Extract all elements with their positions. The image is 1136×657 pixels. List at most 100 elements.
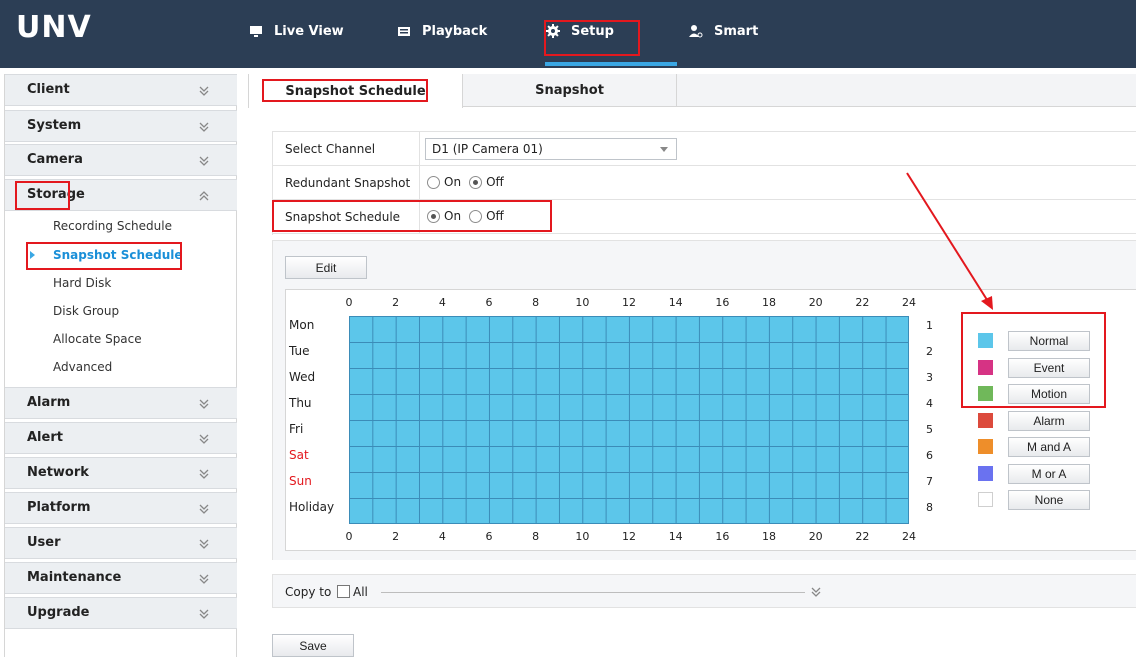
hour-axis-bottom: 0 2 4 6 8 10 12 14 16 18 20 22 24 xyxy=(346,530,917,544)
row-numbers: 1 2 3 4 5 6 7 8 xyxy=(926,319,940,519)
day-label: Sun xyxy=(289,474,312,488)
hour-bottom-tick: 0 xyxy=(345,530,353,543)
day-label: Mon xyxy=(289,318,315,332)
sidebar-group-network[interactable]: Network xyxy=(5,457,237,489)
chevron-down-icon xyxy=(199,86,209,96)
copy-all-checkbox[interactable] xyxy=(337,585,350,598)
nav-live-view-label: Live View xyxy=(274,23,344,39)
sidebar-group-user[interactable]: User xyxy=(5,527,237,559)
hour-top-tick: 6 xyxy=(485,296,493,309)
hour-top-tick: 4 xyxy=(438,296,446,309)
chevron-down-icon xyxy=(199,469,209,479)
chevron-down-icon xyxy=(199,504,209,514)
hour-bottom-tick: 8 xyxy=(532,530,540,543)
redundant-off-radio[interactable] xyxy=(469,175,483,189)
row-number: 2 xyxy=(926,345,933,358)
annotation-box-legend xyxy=(961,312,1106,408)
hour-top-tick: 18 xyxy=(762,296,777,309)
save-button[interactable]: Save xyxy=(272,634,354,657)
sidebar-group-label: Upgrade xyxy=(27,605,90,620)
hour-top-tick: 20 xyxy=(808,296,823,309)
row-number: 1 xyxy=(926,319,933,332)
channel-select[interactable]: D1 (IP Camera 01) xyxy=(425,138,677,160)
day-label: Tue xyxy=(289,344,310,358)
chevron-down-icon xyxy=(199,156,209,166)
legend-item: M or A xyxy=(976,463,1096,484)
hour-bottom-tick: 18 xyxy=(762,530,777,543)
tab-label: Snapshot xyxy=(535,83,604,98)
sidebar-group-label: Platform xyxy=(27,500,91,515)
chevron-down-icon xyxy=(199,434,209,444)
day-label: Fri xyxy=(289,422,304,436)
person-icon xyxy=(689,25,703,38)
copy-all-label: All xyxy=(353,585,368,599)
annotation-box-snapshot-schedule xyxy=(272,200,552,232)
redundant-off-label: Off xyxy=(486,175,504,189)
sidebar-group-camera[interactable]: Camera xyxy=(5,144,237,176)
hour-bottom-tick: 20 xyxy=(808,530,823,543)
hour-bottom-tick: 10 xyxy=(575,530,590,543)
form-row-redundant: Redundant Snapshot On Off xyxy=(273,166,1136,200)
row-number: 8 xyxy=(926,501,933,514)
chevron-down-icon xyxy=(199,122,209,132)
hour-top-tick: 22 xyxy=(855,296,870,309)
sidebar-group-label: Alert xyxy=(27,430,63,445)
form-row-channel: Select Channel D1 (IP Camera 01) xyxy=(273,132,1136,166)
day-label: Sat xyxy=(289,448,309,462)
chevron-down-icon[interactable] xyxy=(809,586,823,598)
sidebar: Client System Camera Storage Recording S… xyxy=(4,74,237,657)
nav-live-view[interactable]: Live View xyxy=(248,0,344,62)
sidebar-group-alarm[interactable]: Alarm xyxy=(5,387,237,419)
chevron-down-icon xyxy=(199,609,209,619)
hour-axis-top: 0 2 4 6 8 10 12 14 16 18 20 22 24 xyxy=(346,296,917,310)
chevron-up-icon xyxy=(199,191,209,201)
legend-item: Alarm xyxy=(976,410,1096,431)
chevron-down-icon xyxy=(199,399,209,409)
sidebar-group-label: Network xyxy=(27,465,89,480)
hour-top-tick: 10 xyxy=(575,296,590,309)
nav-playback[interactable]: Playback xyxy=(396,0,487,62)
tab-snapshot[interactable]: Snapshot xyxy=(463,74,677,107)
sidebar-group-alert[interactable]: Alert xyxy=(5,422,237,454)
legend-swatch xyxy=(978,465,993,481)
legend-button[interactable]: None xyxy=(1008,490,1090,510)
copy-to-row: Copy to All xyxy=(272,574,1136,608)
hour-bottom-tick: 6 xyxy=(485,530,493,543)
hour-bottom-tick: 4 xyxy=(438,530,446,543)
legend-button[interactable]: M or A xyxy=(1008,463,1090,484)
nav-smart[interactable]: Smart xyxy=(688,0,758,62)
row-divider xyxy=(419,166,420,200)
caret-down-icon xyxy=(660,147,668,152)
row-number: 3 xyxy=(926,371,933,384)
sidebar-group-label: Alarm xyxy=(27,395,71,410)
hour-bottom-tick: 24 xyxy=(902,530,917,543)
hour-top-tick: 14 xyxy=(668,296,683,309)
chevron-down-icon xyxy=(199,539,209,549)
channel-select-value: D1 (IP Camera 01) xyxy=(432,142,543,156)
sidebar-item-recording-schedule[interactable]: Recording Schedule xyxy=(53,219,172,233)
row-divider xyxy=(419,132,420,166)
edit-button[interactable]: Edit xyxy=(285,256,367,279)
sidebar-group-upgrade[interactable]: Upgrade xyxy=(5,597,237,629)
legend-swatch xyxy=(978,439,993,454)
annotation-box-setup xyxy=(544,20,640,56)
sidebar-item-allocate-space[interactable]: Allocate Space xyxy=(53,332,142,346)
legend-button[interactable]: Alarm xyxy=(1008,410,1090,431)
sidebar-group-maintenance[interactable]: Maintenance xyxy=(5,562,237,594)
hour-top-tick: 16 xyxy=(715,296,730,309)
sidebar-group-platform[interactable]: Platform xyxy=(5,492,237,524)
hour-bottom-tick: 22 xyxy=(855,530,870,543)
sidebar-item-disk-group[interactable]: Disk Group xyxy=(53,304,119,318)
sidebar-item-advanced[interactable]: Advanced xyxy=(53,360,112,374)
nav-playback-label: Playback xyxy=(422,23,488,39)
annotation-box-tab xyxy=(262,79,428,102)
schedule-grid[interactable] xyxy=(349,316,909,524)
redundant-radio-group: On Off xyxy=(427,175,512,189)
hour-top-tick: 0 xyxy=(345,296,353,309)
sidebar-item-hard-disk[interactable]: Hard Disk xyxy=(53,276,111,290)
redundant-on-radio[interactable] xyxy=(427,175,440,189)
sidebar-group-system[interactable]: System xyxy=(5,110,237,142)
sidebar-group-client[interactable]: Client xyxy=(5,74,237,106)
legend-button[interactable]: M and A xyxy=(1008,437,1090,457)
legend-swatch xyxy=(978,412,993,428)
